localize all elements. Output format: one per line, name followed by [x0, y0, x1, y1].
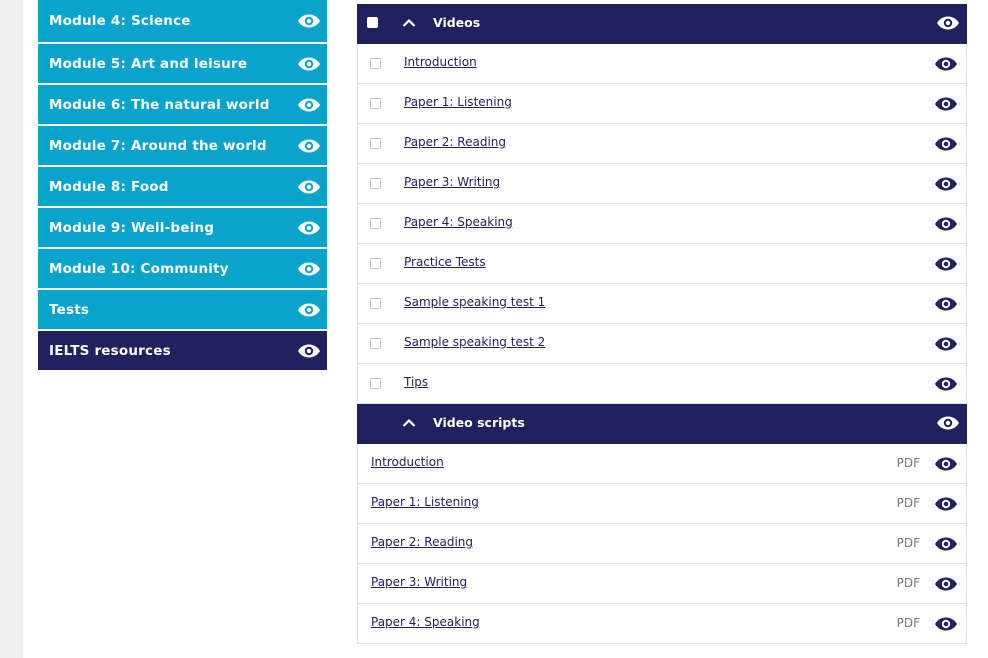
sidebar-item-label: Module 4: Science	[49, 13, 191, 29]
row-checkbox[interactable]	[370, 178, 381, 189]
file-type-label: PDF	[896, 536, 920, 550]
section-title: Video scripts	[433, 415, 525, 430]
resource-link[interactable]: Paper 1: Listening	[371, 495, 479, 509]
list-item: Sample speaking test 2	[357, 324, 967, 364]
sidebar-item-label: Module 5: Art and leisure	[49, 55, 248, 72]
sidebar-item-label: Module 7: Around the world	[49, 137, 267, 154]
row-checkbox[interactable]	[370, 218, 381, 229]
eye-icon[interactable]	[934, 576, 958, 596]
row-checkbox[interactable]	[370, 58, 381, 69]
file-type-label: PDF	[896, 496, 920, 510]
resource-link[interactable]: Introduction	[404, 55, 477, 69]
eye-icon[interactable]	[934, 216, 958, 236]
list-item: Paper 4: Speaking PDF	[357, 604, 967, 644]
sidebar-item-module-5[interactable]: Module 5: Art and leisure	[38, 44, 327, 83]
sidebar-item-label: Module 10: Community	[49, 260, 229, 277]
eye-icon[interactable]	[934, 616, 958, 636]
sidebar-item-module-9[interactable]: Module 9: Well-being	[38, 208, 327, 247]
resource-link[interactable]: Practice Tests	[404, 255, 486, 269]
resource-link[interactable]: Introduction	[371, 455, 444, 469]
eye-icon[interactable]	[297, 138, 321, 154]
resource-link[interactable]: Paper 4: Speaking	[404, 215, 513, 229]
chevron-up-icon[interactable]	[401, 17, 417, 29]
select-all-checkbox[interactable]	[367, 17, 378, 28]
resource-link[interactable]: Sample speaking test 1	[404, 295, 545, 309]
file-type-label: PDF	[896, 616, 920, 630]
resource-link[interactable]: Paper 3: Writing	[371, 575, 467, 589]
eye-icon[interactable]	[934, 496, 958, 516]
eye-icon[interactable]	[297, 302, 321, 318]
resource-table: Videos Introduction Paper 1: Listening P…	[357, 4, 967, 644]
list-item: Paper 2: Reading PDF	[357, 524, 967, 564]
sidebar-item-ielts-resources[interactable]: IELTS resources	[38, 331, 327, 370]
eye-icon[interactable]	[934, 536, 958, 556]
resource-link[interactable]: Paper 2: Reading	[371, 535, 473, 549]
list-item: Introduction PDF	[357, 444, 967, 484]
eye-icon[interactable]	[934, 256, 958, 276]
eye-icon[interactable]	[934, 296, 958, 316]
list-item: Practice Tests	[357, 244, 967, 284]
row-checkbox[interactable]	[370, 258, 381, 269]
row-checkbox[interactable]	[370, 338, 381, 349]
list-item: Paper 1: Listening	[357, 84, 967, 124]
section-header-videos[interactable]: Videos	[357, 4, 967, 44]
row-checkbox[interactable]	[370, 298, 381, 309]
page: Module 4: Science Module 5: Art and leis…	[23, 0, 988, 658]
resource-link[interactable]: Paper 3: Writing	[404, 175, 500, 189]
sidebar-item-label: IELTS resources	[49, 342, 171, 359]
eye-icon[interactable]	[934, 176, 958, 196]
section-header-video-scripts[interactable]: Video scripts	[357, 404, 967, 444]
list-item: Introduction	[357, 44, 967, 84]
eye-icon[interactable]	[297, 13, 321, 29]
row-checkbox[interactable]	[370, 98, 381, 109]
eye-icon[interactable]	[936, 15, 960, 35]
sidebar: Module 4: Science Module 5: Art and leis…	[38, 0, 327, 372]
sidebar-item-module-4[interactable]: Module 4: Science	[38, 0, 327, 42]
eye-icon[interactable]	[297, 56, 321, 72]
file-type-label: PDF	[896, 576, 920, 590]
list-item: Paper 3: Writing PDF	[357, 564, 967, 604]
sidebar-item-module-7[interactable]: Module 7: Around the world	[38, 126, 327, 165]
resource-link[interactable]: Paper 4: Speaking	[371, 615, 480, 629]
sidebar-item-label: Module 8: Food	[49, 178, 169, 195]
sidebar-item-module-6[interactable]: Module 6: The natural world	[38, 85, 327, 124]
eye-icon[interactable]	[936, 415, 960, 435]
sidebar-item-label: Module 9: Well-being	[49, 219, 215, 236]
eye-icon[interactable]	[297, 261, 321, 277]
sidebar-item-label: Module 6: The natural world	[49, 96, 270, 113]
chevron-up-icon[interactable]	[401, 417, 417, 429]
sidebar-item-module-10[interactable]: Module 10: Community	[38, 249, 327, 288]
eye-icon[interactable]	[934, 136, 958, 156]
list-item: Tips	[357, 364, 967, 404]
resource-link[interactable]: Tips	[404, 375, 428, 389]
row-checkbox[interactable]	[370, 138, 381, 149]
list-item: Paper 2: Reading	[357, 124, 967, 164]
eye-icon[interactable]	[297, 179, 321, 195]
row-checkbox[interactable]	[370, 378, 381, 389]
section-title: Videos	[433, 15, 481, 30]
eye-icon[interactable]	[934, 56, 958, 76]
list-item: Paper 3: Writing	[357, 164, 967, 204]
sidebar-item-tests[interactable]: Tests	[38, 290, 327, 329]
sidebar-item-module-8[interactable]: Module 8: Food	[38, 167, 327, 206]
resource-link[interactable]: Paper 1: Listening	[404, 95, 512, 109]
eye-icon[interactable]	[934, 376, 958, 396]
sidebar-item-label: Tests	[49, 301, 90, 318]
resource-link[interactable]: Sample speaking test 2	[404, 335, 545, 349]
list-item: Sample speaking test 1	[357, 284, 967, 324]
list-item: Paper 4: Speaking	[357, 204, 967, 244]
eye-icon[interactable]	[297, 220, 321, 236]
eye-icon[interactable]	[934, 96, 958, 116]
eye-icon[interactable]	[297, 97, 321, 113]
file-type-label: PDF	[896, 456, 920, 470]
eye-icon[interactable]	[934, 456, 958, 476]
list-item: Paper 1: Listening PDF	[357, 484, 967, 524]
eye-icon[interactable]	[934, 336, 958, 356]
eye-icon[interactable]	[297, 343, 321, 359]
resource-link[interactable]: Paper 2: Reading	[404, 135, 506, 149]
